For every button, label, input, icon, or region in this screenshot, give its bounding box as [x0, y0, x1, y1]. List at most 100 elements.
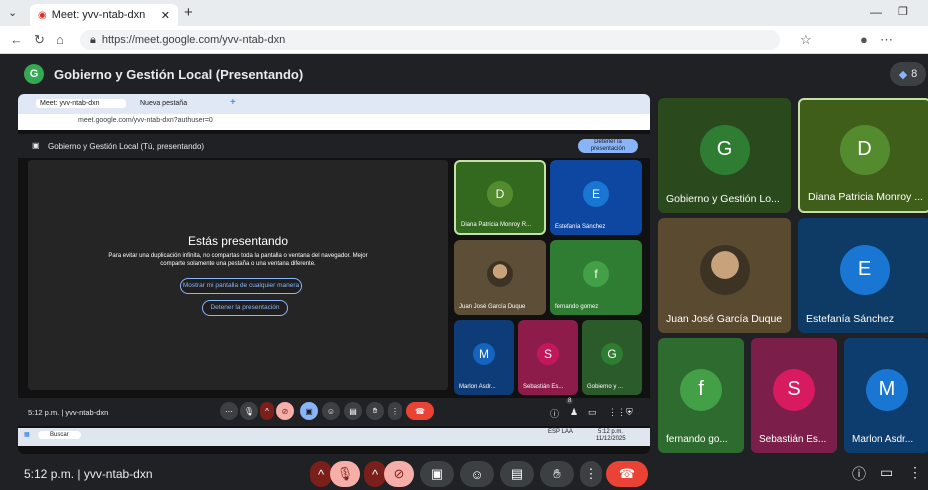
tab-list-icon[interactable]: ⌄ — [8, 6, 17, 19]
meeting-title: Gobierno y Gestión Local (Presentando) — [54, 66, 304, 82]
shared-camera-off-icon: ⊘ — [276, 402, 294, 420]
participant-name: Gobierno y Gestión Lo... — [666, 193, 780, 205]
big-tile-5: S Sebastián Es... — [751, 338, 837, 453]
more-options-icon[interactable]: ⋮ — [580, 461, 602, 487]
shared-captions-icon: ▤ — [344, 402, 362, 420]
more-icon[interactable]: ⋯ — [880, 32, 893, 48]
shared-more-icon: ⋮ — [388, 402, 402, 420]
new-tab-icon[interactable]: + — [184, 4, 193, 21]
participant-avatar: M — [866, 368, 908, 411]
shared-chat-icon: ▭ — [588, 407, 597, 417]
shared-header-title: Gobierno y Gestión Local (Tú, presentand… — [48, 142, 205, 151]
shared-tab-1: Meet: yvv-ntab-dxn — [36, 99, 126, 108]
mic-options-button[interactable]: ^ — [310, 461, 332, 487]
activities-icon[interactable]: ⋮⋮ — [908, 464, 928, 481]
inner-tile-0: D Diana Patricia Monroy R... — [454, 160, 546, 235]
mic-off-icon[interactable]: 🎙︎ — [330, 461, 360, 487]
lock-icon: 🔒︎ — [90, 33, 96, 46]
close-tab-icon[interactable]: ✕ — [161, 9, 170, 22]
shared-control-bar: 5:12 p.m. | yvv-ntab-dxn ⋯ 🎙︎ ^ ⊘ ▣ ☺ ▤ … — [18, 398, 650, 426]
present-screen-icon[interactable]: ▣ — [420, 461, 454, 487]
present-icon: ▣ — [32, 141, 40, 150]
presenting-message: Para evitar una duplicación infinita, no… — [108, 253, 368, 267]
chat-icon[interactable]: ▭ — [880, 464, 893, 481]
participant-avatar: E — [839, 244, 890, 295]
shared-expand-icon: ^ — [260, 402, 274, 420]
participant-avatar: D — [487, 180, 513, 207]
big-tile-6: M Marlon Asdr... — [844, 338, 928, 453]
browser-address-bar: ← ↻ ⌂ 🔒︎ https://meet.google.com/yvv-nta… — [0, 26, 928, 54]
minimize-icon[interactable]: — — [870, 5, 882, 19]
url-field[interactable]: 🔒︎ https://meet.google.com/yvv-ntab-dxn — [80, 30, 780, 50]
stop-presenting-button[interactable]: Detener la presentación — [202, 300, 288, 316]
participant-name: Sebastián Es... — [759, 434, 827, 445]
shared-address-bar: meet.google.com/yvv-ntab-dxn?authuser=0 — [18, 114, 650, 130]
back-icon[interactable]: ← — [10, 32, 23, 47]
shared-tab-2: Nueva pestaña — [140, 100, 188, 107]
inner-tile-5: S Sebastián Es... — [518, 320, 578, 395]
show-screen-anyway-button[interactable]: Mostrar mi pantalla de cualquier manera — [180, 278, 302, 294]
inner-tile-2: Juan José García Duque — [454, 240, 546, 315]
preview-overlay — [28, 160, 448, 390]
shared-people-badge: 8 — [566, 398, 574, 404]
tray-date: 11/12/2025 — [596, 436, 626, 442]
participant-avatar: D — [839, 124, 890, 175]
meeting-info-icon[interactable]: ⓘ — [852, 464, 866, 484]
inner-tile-1: E Estefanía Sánchez — [550, 160, 642, 235]
shared-time-meeting: 5:12 p.m. | yvv-ntab-dxn — [28, 408, 109, 417]
home-icon[interactable]: ⌂ — [56, 32, 64, 47]
maximize-icon[interactable]: ❐ — [898, 5, 908, 18]
big-tile-3: E Estefanía Sánchez — [798, 218, 928, 333]
participant-photo — [699, 244, 750, 295]
participant-avatar: M — [473, 342, 495, 365]
shared-more-options-icon: ⋯ — [220, 402, 238, 420]
shared-emoji-icon: ☺ — [322, 402, 340, 420]
big-tile-1: D Diana Patricia Monroy ... — [798, 98, 928, 213]
people-icon: ◆ — [898, 68, 908, 81]
shared-info-icon: ⓘ — [550, 409, 560, 419]
participant-avatar: f — [680, 368, 722, 411]
big-tile-4: f fernando go... — [658, 338, 744, 453]
time-and-meeting-code: 5:12 p.m. | yvv-ntab-dxn — [24, 467, 153, 481]
participant-avatar: G — [601, 342, 623, 365]
camera-options-button[interactable]: ^ — [364, 461, 386, 487]
participant-avatar: f — [583, 260, 609, 287]
participant-name: fernando gomez — [555, 304, 599, 310]
browser-tab[interactable]: ◉ Meet: yvv-ntab-dxn ✕ — [30, 4, 178, 26]
profile-icon[interactable]: ● — [860, 32, 868, 47]
participants-button[interactable]: ◆ 8 — [890, 62, 926, 86]
shared-taskbar: ▦ Buscar ESP LAA 5:12 p.m. 11/12/2025 — [18, 428, 650, 446]
shared-mic-icon: 🎙︎ — [240, 402, 258, 420]
participant-avatar: S — [773, 368, 815, 411]
meeting-control-bar: 5:12 p.m. | yvv-ntab-dxn ^ 🎙︎ ^ ⊘ ▣ ☺ ▤ … — [0, 456, 928, 490]
leave-call-icon[interactable]: ☎︎ — [606, 461, 648, 487]
meeting-header: G Gobierno y Gestión Local (Presentando) — [0, 54, 928, 94]
shared-browser-tab-bar: Meet: yvv-ntab-dxn Nueva pestaña + — [18, 94, 650, 114]
browser-tab-bar: ⌄ ◉ Meet: yvv-ntab-dxn ✕ + — ❐ — [0, 0, 928, 26]
shared-leave-call-icon: ☎︎ — [406, 402, 434, 420]
participant-photo — [487, 260, 513, 287]
shared-lock-icon: ⛨ — [626, 407, 633, 417]
participant-name: Juan José García Duque — [459, 304, 526, 310]
participant-name: Juan José García Duque — [666, 313, 783, 325]
participant-name: Gobierno y ... — [587, 384, 624, 390]
shared-hand-icon: ✋︎ — [366, 402, 384, 420]
presenting-title: Estás presentando — [187, 234, 289, 248]
participant-name: Diana Patricia Monroy ... — [808, 191, 923, 203]
emoji-icon[interactable]: ☺ — [460, 461, 494, 487]
participant-avatar: G — [699, 124, 750, 175]
captions-icon[interactable]: ▤ — [500, 461, 534, 487]
meeting-badge: G — [24, 64, 44, 84]
participant-name: Marlon Asdr... — [459, 384, 496, 390]
participant-name: Estefanía Sánchez — [555, 224, 606, 230]
inner-tile-3: f fernando gomez — [550, 240, 642, 315]
windows-start-icon: ▦ — [24, 432, 30, 438]
taskbar-search: Buscar — [38, 431, 81, 439]
reload-icon[interactable]: ↻ — [34, 32, 45, 48]
raise-hand-icon[interactable]: ✋︎ — [540, 461, 574, 487]
inner-tile-4: M Marlon Asdr... — [454, 320, 514, 395]
camera-off-icon[interactable]: ⊘ — [384, 461, 414, 487]
favorite-icon[interactable]: ☆ — [800, 32, 812, 48]
participant-avatar: E — [583, 180, 609, 207]
stop-presentation-top-button[interactable]: Detener la presentación — [578, 139, 638, 153]
